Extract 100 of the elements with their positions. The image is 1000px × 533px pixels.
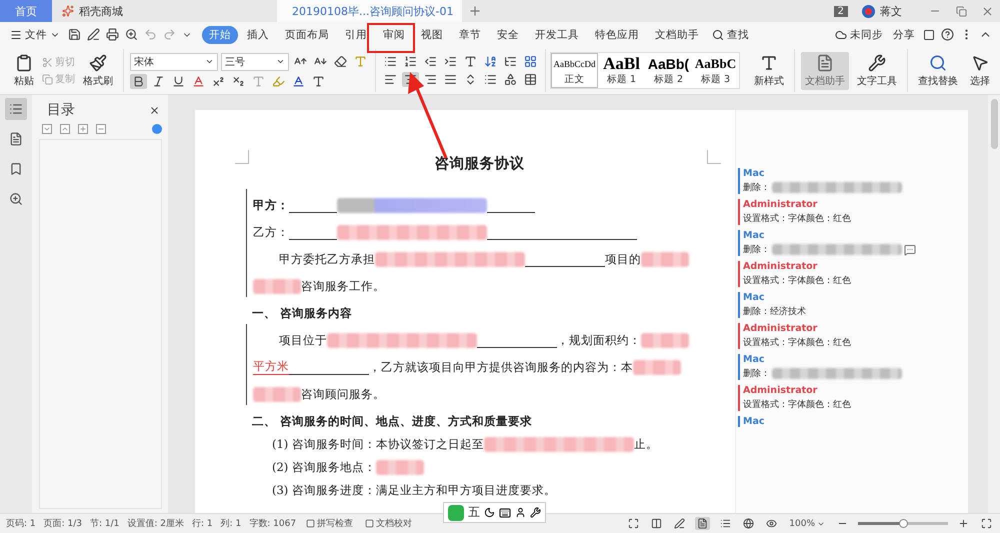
paragraph-text: 止。	[634, 437, 658, 452]
user-name[interactable]: 蒋文	[880, 4, 902, 18]
collapse-button[interactable]	[60, 124, 70, 134]
text-tools-button[interactable]: 文字工具	[853, 52, 901, 90]
style-item[interactable]: AaBbCcDd 正文	[551, 53, 598, 88]
comment-author: Mac	[743, 292, 766, 303]
input-mode-label[interactable]: 五	[468, 504, 480, 521]
format-painter-button[interactable]: 格式刷	[79, 52, 117, 90]
outline-button[interactable]	[5, 98, 27, 120]
pen-icon[interactable]	[674, 518, 686, 529]
comment-card[interactable]: Mac 删除：	[738, 230, 960, 256]
align-justify-button[interactable]	[442, 72, 459, 87]
outline-view-icon[interactable]	[720, 518, 732, 529]
align-left-button[interactable]	[382, 72, 399, 87]
superscript-icon[interactable]	[212, 74, 225, 88]
section-heading: 一、 咨询服务内容	[252, 306, 352, 321]
font-color-icon[interactable]	[292, 74, 305, 88]
border-icon[interactable]	[524, 73, 537, 86]
find-replace-button[interactable]: 查找替换	[914, 52, 962, 90]
print-preview-icon[interactable]	[125, 28, 138, 41]
add-button[interactable]	[78, 124, 88, 134]
ribbon-tab[interactable]: 章节	[452, 26, 488, 44]
comment-card[interactable]: Administrator 设置格式：字体颜色：红色	[738, 323, 960, 349]
proofread-button[interactable]: 文档校对	[363, 516, 414, 531]
ribbon-tab[interactable]: 审阅	[376, 26, 412, 44]
select-button[interactable]: 选择	[966, 52, 994, 90]
ribbon-tab[interactable]: 页面布局	[278, 26, 336, 44]
zoom-select[interactable]: 100%	[787, 518, 827, 530]
bold-button[interactable]	[130, 74, 147, 88]
print-icon[interactable]	[106, 28, 119, 41]
paragraph-text: 项目位于	[279, 333, 327, 348]
avatar-icon[interactable]	[862, 4, 875, 18]
document-icon	[816, 54, 834, 72]
pen-icon[interactable]	[87, 28, 100, 41]
two-page-icon[interactable]	[651, 518, 662, 529]
paste-button[interactable]: 粘贴	[10, 52, 38, 90]
fullscreen-icon[interactable]	[628, 518, 640, 529]
sort-icon[interactable]	[484, 55, 497, 68]
paragraph-text: (3) 咨询服务进度：满足业主方和甲方项目进度要求。	[272, 483, 556, 498]
subscript-icon[interactable]	[232, 74, 245, 88]
help-icon[interactable]	[941, 28, 954, 41]
new-style-button[interactable]: 新样式	[750, 52, 788, 90]
bullet-list-icon[interactable]	[384, 55, 397, 68]
indent-icon[interactable]	[444, 55, 457, 68]
font-select[interactable]: 宋体	[130, 52, 218, 70]
share-button[interactable]: 分享	[889, 26, 919, 44]
close-icon[interactable]	[149, 104, 160, 116]
search-icon[interactable]	[9, 192, 23, 206]
table-icon[interactable]	[524, 55, 537, 68]
align-right-button[interactable]	[422, 72, 439, 87]
expand-button[interactable]	[42, 124, 52, 134]
numbered-list-icon[interactable]	[404, 55, 417, 68]
doc-assistant-button[interactable]: 文档助手	[801, 52, 849, 90]
ribbon-tab[interactable]: 视图	[414, 26, 450, 44]
web-view-icon[interactable]	[743, 518, 754, 529]
comment-card[interactable]: Administrator 设置格式：字体颜色：红色	[738, 261, 960, 287]
paragraph-text: 咨询顾问服务。	[301, 387, 385, 402]
font-size-select[interactable]: 三号	[221, 52, 289, 70]
comment-card[interactable]: Administrator 设置格式：字体颜色：红色	[738, 385, 960, 411]
comment-card[interactable]: Administrator 设置格式：字体颜色：红色	[738, 199, 960, 225]
eraser-icon[interactable]	[334, 55, 347, 68]
ribbon-tab[interactable]: 开发工具	[528, 26, 586, 44]
file-menu[interactable]: 文件	[6, 26, 64, 44]
fit-icon[interactable]	[981, 518, 992, 529]
wrench-icon	[530, 507, 541, 518]
scrollbar-thumb[interactable]	[990, 99, 998, 149]
page-view-button[interactable]	[695, 517, 710, 530]
sync-button[interactable]: 未同步	[831, 26, 887, 44]
ribbon-tab[interactable]: 安全	[490, 26, 526, 44]
zoom-slider[interactable]	[858, 522, 948, 525]
ribbon-tab[interactable]: 引用	[338, 26, 374, 44]
search-button[interactable]: 查找	[708, 26, 753, 44]
line-spacing-icon[interactable]	[484, 73, 497, 86]
document-title: 咨询服务协议	[434, 154, 526, 173]
comment-author: Mac	[743, 354, 766, 365]
eye-icon[interactable]	[766, 518, 778, 529]
comment-card[interactable]: Mac	[738, 416, 960, 427]
spell-check-button[interactable]: 拼写检查	[304, 516, 356, 531]
bookmark-icon[interactable]	[9, 162, 23, 176]
comment-card[interactable]: Mac 删除：经济技术	[738, 292, 960, 318]
remove-button[interactable]	[96, 124, 106, 134]
bold-icon	[132, 74, 145, 88]
restore-icon[interactable]	[956, 6, 966, 16]
save-icon[interactable]	[68, 28, 81, 41]
paragraph-text: 项目的	[605, 252, 641, 267]
zoom-in-icon[interactable]	[958, 518, 969, 529]
document-icon[interactable]	[9, 132, 23, 146]
window-tab[interactable]: 20190108毕...咨询顾问协议-01	[277, 0, 462, 22]
ribbon-tab[interactable]: 文档助手	[648, 26, 706, 44]
new-tab-icon[interactable]	[468, 4, 482, 18]
scissors-icon	[42, 56, 53, 68]
outdent-icon[interactable]	[424, 55, 437, 68]
window-icon[interactable]	[923, 28, 935, 40]
window-tab[interactable]: 首页	[0, 0, 52, 22]
comment-card[interactable]: Mac 删除：	[738, 168, 960, 194]
ribbon-tab[interactable]: 插入	[240, 26, 276, 44]
more-icon[interactable]	[904, 244, 916, 256]
ribbon-tab[interactable]: 特色应用	[588, 26, 646, 44]
toggle-icon[interactable]	[152, 124, 162, 134]
comment-card[interactable]: Mac 删除：	[738, 354, 960, 380]
